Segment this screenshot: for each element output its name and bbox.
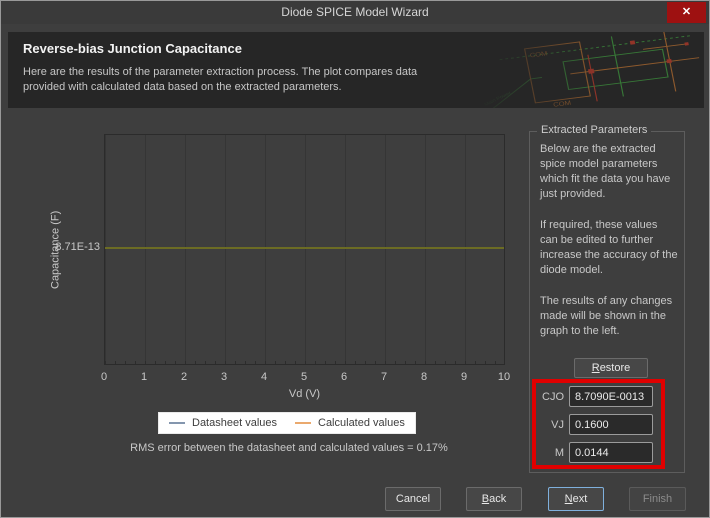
params-paragraph-2: If required, these values can be edited … bbox=[540, 218, 678, 278]
finish-button-label: Finish bbox=[643, 493, 672, 505]
m-field-row: M bbox=[529, 442, 653, 463]
window-title: Diode SPICE Model Wizard bbox=[1, 1, 709, 24]
header-panel: COM COM Main Power Reverse-bias Junction… bbox=[8, 32, 704, 108]
x-tick-9: 9 bbox=[461, 371, 467, 383]
x-tick-0: 0 bbox=[101, 371, 107, 383]
chart-legend: Datasheet values Calculated values bbox=[158, 412, 416, 434]
y-tick-label: 8.71E-13 bbox=[41, 241, 100, 253]
series-line-overlap bbox=[105, 247, 504, 249]
vj-input[interactable] bbox=[569, 414, 653, 435]
x-tick-5: 5 bbox=[301, 371, 307, 383]
page-description-line1: Here are the results of the parameter ex… bbox=[23, 65, 417, 80]
next-button[interactable]: Next bbox=[548, 487, 604, 511]
x-axis-title: Vd (V) bbox=[104, 388, 505, 400]
page-description-line2: provided with calculated data based on t… bbox=[23, 80, 417, 95]
x-tick-7: 7 bbox=[381, 371, 387, 383]
x-tick-6: 6 bbox=[341, 371, 347, 383]
x-tick-10: 10 bbox=[498, 371, 510, 383]
m-label: M bbox=[529, 447, 564, 459]
restore-button[interactable]: Restore bbox=[574, 358, 648, 378]
rms-error-text: RMS error between the datasheet and calc… bbox=[1, 442, 577, 454]
datasheet-line-swatch-icon bbox=[169, 422, 185, 424]
x-axis-ticks: 0 1 2 3 4 5 6 7 8 9 10 bbox=[104, 371, 505, 384]
plot-area bbox=[104, 134, 505, 365]
vj-field-row: VJ bbox=[529, 414, 653, 435]
x-tick-2: 2 bbox=[181, 371, 187, 383]
x-tick-4: 4 bbox=[261, 371, 267, 383]
titlebar: Diode SPICE Model Wizard bbox=[1, 1, 709, 24]
cjo-field-row: CJO bbox=[529, 386, 653, 407]
schematic-preview-image: COM COM Main Power bbox=[474, 32, 704, 108]
cancel-button-label: Cancel bbox=[396, 493, 430, 505]
x-tick-1: 1 bbox=[141, 371, 147, 383]
m-input[interactable] bbox=[569, 442, 653, 463]
close-button[interactable]: ✕ bbox=[667, 2, 706, 23]
legend-item-calculated: Calculated values bbox=[295, 417, 405, 429]
calculated-line-swatch-icon bbox=[295, 422, 311, 424]
dialog-window: Diode SPICE Model Wizard ✕ bbox=[0, 0, 710, 518]
group-title: Extracted Parameters bbox=[537, 124, 651, 136]
x-tick-8: 8 bbox=[421, 371, 427, 383]
legend-label-calculated: Calculated values bbox=[318, 417, 405, 429]
legend-label-datasheet: Datasheet values bbox=[192, 417, 277, 429]
vj-label: VJ bbox=[529, 419, 564, 431]
x-axis-minor-ticks bbox=[105, 361, 504, 364]
close-icon: ✕ bbox=[682, 6, 691, 18]
params-paragraph-1: Below are the extracted spice model para… bbox=[540, 142, 678, 202]
back-button[interactable]: Back bbox=[466, 487, 522, 511]
finish-button[interactable]: Finish bbox=[629, 487, 686, 511]
next-button-label: Next bbox=[549, 493, 603, 505]
cjo-label: CJO bbox=[529, 391, 564, 403]
back-button-label: Back bbox=[467, 493, 521, 505]
cancel-button[interactable]: Cancel bbox=[385, 487, 441, 511]
page-description: Here are the results of the parameter ex… bbox=[23, 65, 417, 95]
page-title: Reverse-bias Junction Capacitance bbox=[23, 41, 242, 56]
legend-item-datasheet: Datasheet values bbox=[169, 417, 277, 429]
x-tick-3: 3 bbox=[221, 371, 227, 383]
params-paragraph-3: The results of any changes made will be … bbox=[540, 294, 678, 339]
cjo-input[interactable] bbox=[569, 386, 653, 407]
restore-button-label: Restore bbox=[575, 362, 647, 374]
